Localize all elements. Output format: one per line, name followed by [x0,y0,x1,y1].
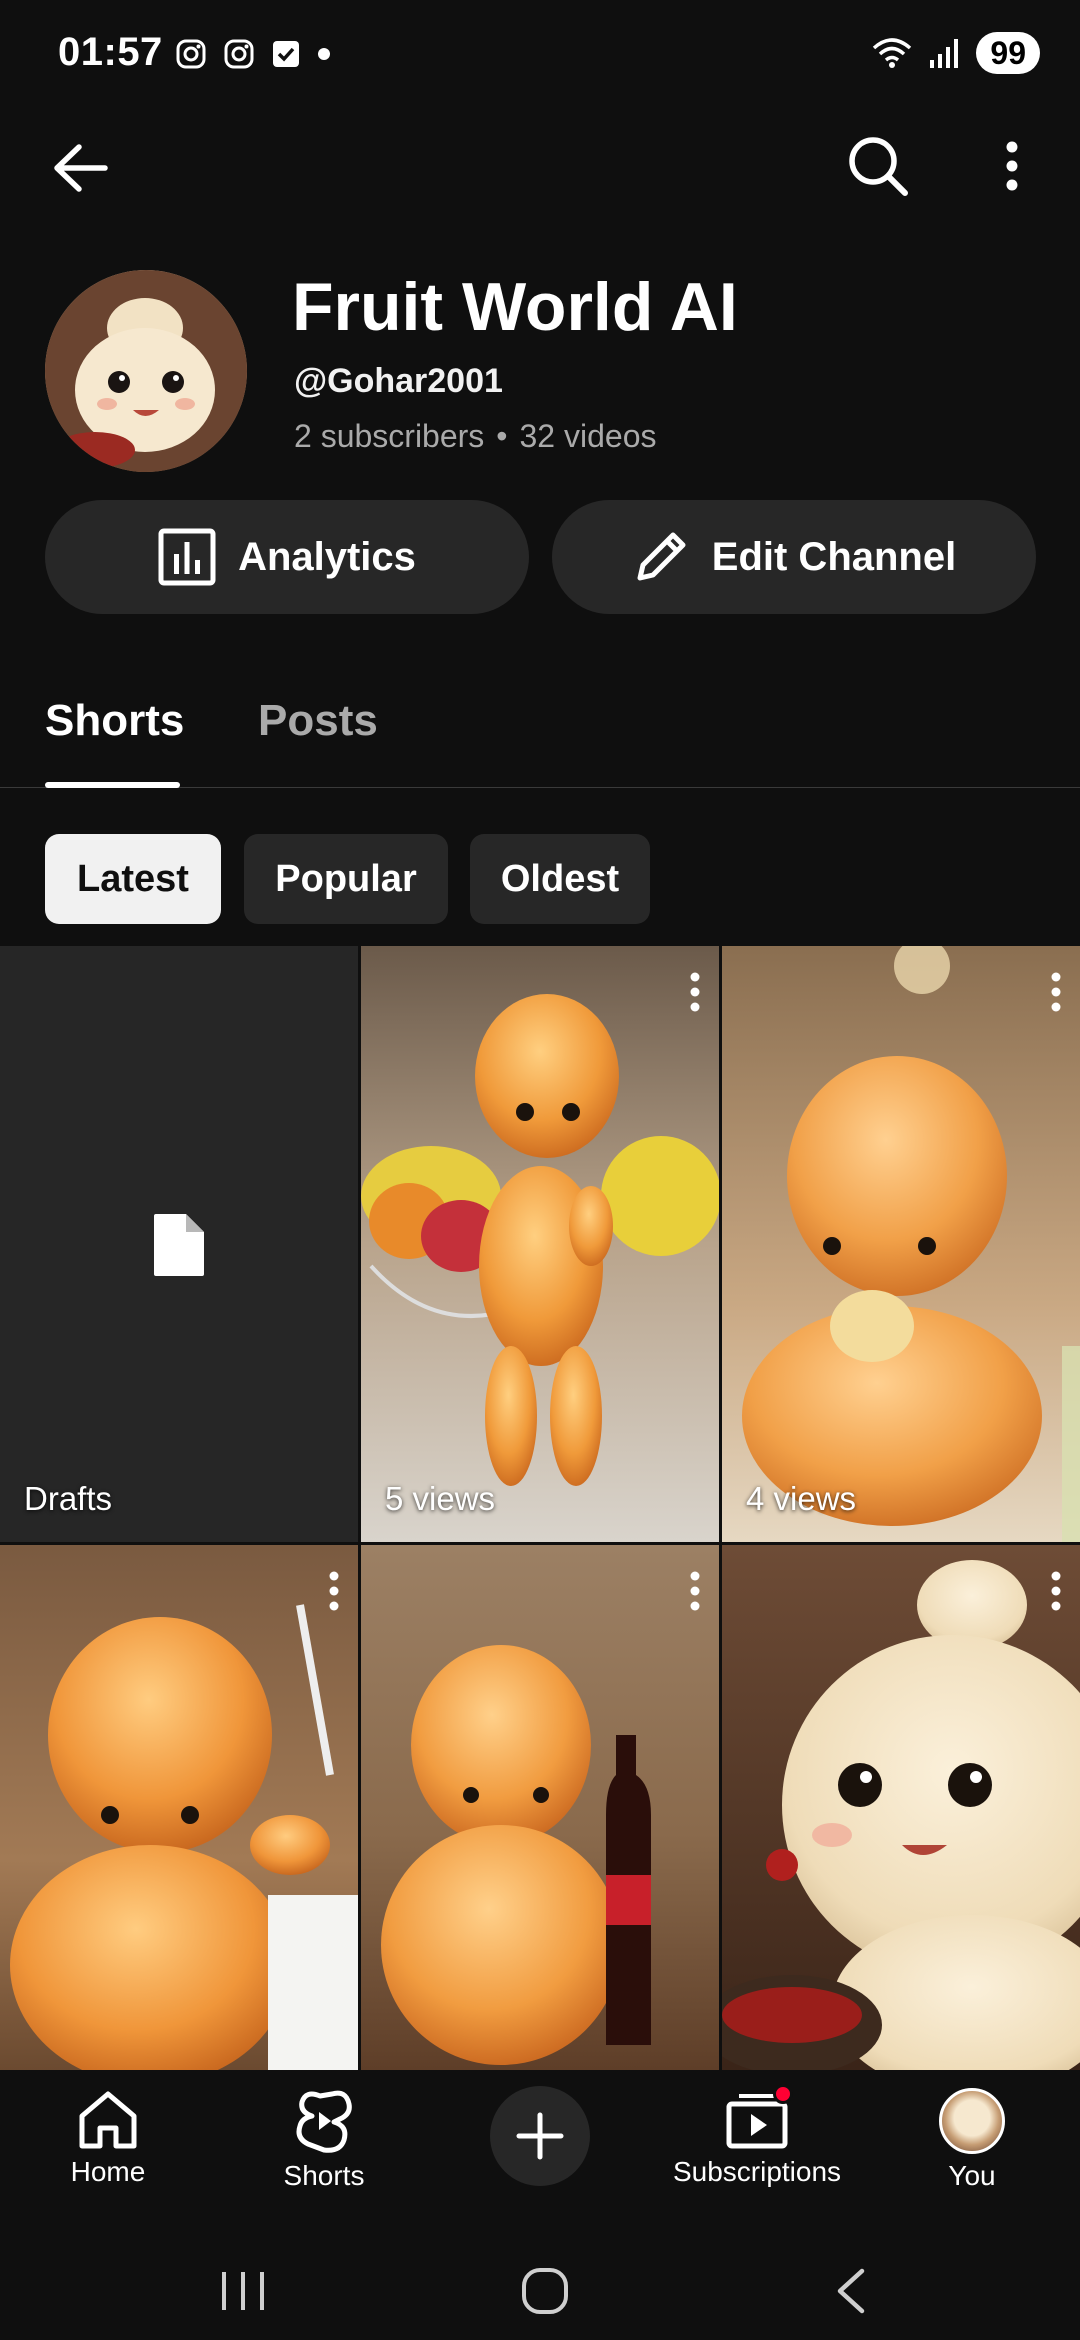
pencil-icon [637,532,686,581]
short-thumbnail[interactable]: 5 views [361,946,719,1542]
dot-icon [318,48,330,60]
more-vert-icon[interactable] [328,1571,340,1611]
chip-latest[interactable]: Latest [45,834,221,924]
chip-oldest[interactable]: Oldest [470,834,650,924]
nav-home[interactable]: Home [60,2088,156,2188]
signal-icon [930,39,959,68]
thumbnail-image [361,946,719,1542]
channel-name: Fruit World AI [292,269,738,345]
avatar [939,2088,1005,2154]
short-thumbnail[interactable] [0,1545,358,2070]
edit-channel-label: Edit Channel [711,534,957,579]
view-count: 5 views [385,1480,496,1517]
more-vert-icon[interactable] [1050,1571,1062,1611]
subscriptions-icon-wrap [725,2084,793,2150]
recents-icon[interactable] [218,2268,268,2314]
drafts-tile[interactable]: Drafts [0,946,358,1542]
bottom-navigation: Home Shorts Subscriptions You [0,2070,1080,2240]
search-button[interactable] [836,124,920,208]
back-nav-icon[interactable] [830,2267,870,2315]
notification-dot [773,2084,793,2104]
instagram-icon [224,39,254,69]
analytics-icon [158,528,216,586]
channel-avatar[interactable] [45,270,247,472]
analytics-label: Analytics [238,534,416,579]
nav-subscriptions-label: Subscriptions [672,2156,842,2187]
wifi-icon [873,38,912,68]
instagram-icon [176,39,206,69]
thumbnail-image [722,1545,1080,2070]
drafts-label: Drafts [24,1480,113,1517]
chip-popular[interactable]: Popular [244,834,448,924]
nav-home-label: Home [70,2156,146,2187]
thumbnail-image [0,1545,358,2070]
tab-shorts[interactable]: Shorts [45,696,184,746]
back-button[interactable] [40,128,120,208]
short-thumbnail[interactable]: 4 views [722,946,1080,1542]
system-navigation-bar [0,2240,1080,2340]
document-icon [154,1214,204,1276]
create-button[interactable] [490,2086,590,2186]
nav-shorts[interactable]: Shorts [274,2088,374,2192]
home-circle-icon[interactable] [521,2267,569,2315]
channel-tabs: Shorts Posts [0,680,1080,788]
short-thumbnail[interactable] [361,1545,719,2070]
video-count: 32 videos [519,418,657,454]
subscriber-count: 2 subscribers [294,418,485,454]
stats-separator: • [496,418,508,454]
status-right: 99 [870,32,1040,74]
thumbnail-image [361,1545,719,2070]
edit-channel-button[interactable]: Edit Channel [552,500,1036,614]
home-icon [79,2091,137,2149]
more-vert-icon[interactable] [689,972,701,1012]
thumbnail-image [722,946,1080,1542]
analytics-button[interactable]: Analytics [45,500,529,614]
notification-icons [175,38,331,70]
shorts-icon [296,2090,352,2153]
nav-subscriptions[interactable]: Subscriptions [662,2084,852,2188]
channel-handle: @Gohar2001 [294,362,503,400]
avatar-image [45,270,247,472]
channel-stats: 2 subscribers • 32 videos [294,418,656,455]
checkbox-icon [273,41,299,67]
more-vert-icon[interactable] [689,1571,701,1611]
battery-indicator: 99 [976,32,1040,74]
tab-active-indicator [45,782,180,788]
view-count: 4 views [746,1480,857,1517]
create-plus-icon [516,2112,564,2160]
nav-you[interactable]: You [924,2088,1020,2192]
nav-you-label: You [948,2160,996,2191]
more-options-button[interactable] [980,124,1044,208]
nav-shorts-label: Shorts [283,2160,365,2191]
tab-posts[interactable]: Posts [258,696,378,746]
status-bar: 01:57 99 [0,0,1080,110]
more-vert-icon [1006,141,1018,191]
search-icon [849,137,908,196]
more-vert-icon[interactable] [1050,972,1062,1012]
status-time: 01:57 [58,30,163,74]
short-thumbnail[interactable] [722,1545,1080,2070]
top-app-bar [0,110,1080,260]
arrow-back-icon [54,144,108,192]
